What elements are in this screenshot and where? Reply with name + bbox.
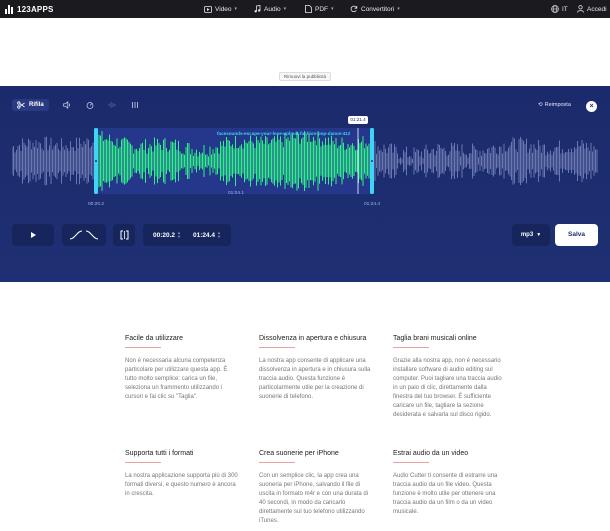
time-range-inputs: 00:20.2 ▲ ▼ 01:24.4 ▲ ▼ xyxy=(143,224,231,246)
split-icon[interactable] xyxy=(131,101,139,109)
feature-text: Grazie alla nostra app, non è necessario… xyxy=(393,358,502,418)
language-label: IT xyxy=(562,5,568,13)
start-time-value: 00:20.2 xyxy=(152,231,176,239)
reset-button[interactable]: ⟲ Reimposta xyxy=(538,102,571,108)
video-icon xyxy=(204,5,212,13)
volume-icon[interactable] xyxy=(62,101,72,109)
feature-text: Con un semplice clic, la app crea una su… xyxy=(259,473,369,524)
chevron-down-icon: ▼ xyxy=(536,232,542,238)
end-handle-grip-icon xyxy=(371,160,373,162)
equalizer-icon[interactable] xyxy=(108,101,117,109)
play-icon xyxy=(31,232,36,238)
chevron-down-icon: ▾ xyxy=(283,6,287,12)
feature-card: Estrai audio da un video Audio Cutter ti… xyxy=(393,449,508,517)
play-button[interactable] xyxy=(12,224,54,246)
feature-text: La nostra app consente di applicare una … xyxy=(259,358,371,400)
logo-text: 123APPS xyxy=(17,4,54,14)
playhead-time: 01:21.4 xyxy=(348,116,368,124)
language-selector[interactable]: IT xyxy=(551,0,568,18)
nav-label-audio: Audio xyxy=(264,5,281,13)
nav-label-pdf: PDF xyxy=(315,5,328,13)
chevron-down-icon: ▾ xyxy=(331,6,334,12)
split-view-button[interactable] xyxy=(113,224,135,246)
end-time-input[interactable]: 01:24.4 ▲ ▼ xyxy=(193,231,221,239)
login-link[interactable]: Accedi xyxy=(577,0,607,18)
reset-label: Reimposta xyxy=(544,102,571,108)
feature-title: Crea suonerie per iPhone xyxy=(259,450,339,457)
end-marker-time: 01:24.4 xyxy=(364,202,381,207)
format-value: mp3 xyxy=(520,232,534,238)
nav-item-convertitori[interactable]: Convertitori ▾ xyxy=(350,0,400,18)
feature-divider xyxy=(125,347,161,348)
end-time-value: 01:24.4 xyxy=(192,231,216,239)
audio-editor-panel: Rifila ⟲ Reimposta × facesounds-escape-y… xyxy=(0,86,610,282)
logo-icon xyxy=(5,4,15,14)
bracket-icon xyxy=(120,230,128,240)
login-label: Accedi xyxy=(587,5,607,13)
selection-duration: 01:04.1 xyxy=(228,191,245,196)
document-icon xyxy=(305,5,312,13)
trim-tool-label: Rifila xyxy=(29,102,44,108)
music-note-icon xyxy=(254,5,261,13)
speed-icon[interactable] xyxy=(86,101,94,109)
feature-card: Dissolvenza in apertura e chiusura La no… xyxy=(259,334,374,402)
user-icon xyxy=(577,5,584,13)
start-time-input[interactable]: 00:20.2 ▲ ▼ xyxy=(153,231,181,239)
close-icon: × xyxy=(589,103,594,110)
file-name: facesounds-escape-your-love-upbeat-fashi… xyxy=(217,131,351,136)
start-handle-grip-icon xyxy=(95,160,97,162)
feature-card: Facile da utilizzare Non è necessaria al… xyxy=(125,334,240,402)
reset-icon: ⟲ xyxy=(538,102,543,108)
chevron-down-icon: ▾ xyxy=(234,6,238,12)
chevron-down-icon: ▾ xyxy=(397,6,400,12)
feature-text: Audio Cutter ti consente di estrarre una… xyxy=(393,473,498,515)
editor-toolbar: Rifila xyxy=(12,98,139,112)
trim-tool-button[interactable]: Rifila xyxy=(12,99,49,111)
logo[interactable]: 123APPS xyxy=(5,3,54,15)
feature-card: Taglia brani musicali online Grazie alla… xyxy=(393,334,508,420)
feature-text: La nostra applicazione supporta più di 3… xyxy=(125,473,238,497)
refresh-icon xyxy=(350,5,358,13)
fade-icon xyxy=(69,230,99,240)
top-navigation-bar: 123APPS Video ▾ Audio ▾ PDF ▾ Convertito… xyxy=(0,0,610,18)
nav-item-audio[interactable]: Audio ▾ xyxy=(254,0,286,18)
stepper-arrows-icon[interactable]: ▲ ▼ xyxy=(177,231,181,239)
close-editor-button[interactable]: × xyxy=(586,101,597,112)
feature-divider xyxy=(393,462,429,463)
feature-title: Dissolvenza in apertura e chiusura xyxy=(259,335,367,342)
feature-text: Non è necessaria alcuna competenza parti… xyxy=(125,358,228,400)
nav-item-video[interactable]: Video ▾ xyxy=(204,0,237,18)
globe-icon xyxy=(551,5,559,13)
stepper-arrows-icon[interactable]: ▲ ▼ xyxy=(217,231,221,239)
start-marker-time: 00:20.2 xyxy=(88,202,105,207)
nav-item-pdf[interactable]: PDF ▾ xyxy=(305,0,334,18)
feature-divider xyxy=(259,462,295,463)
feature-title: Facile da utilizzare xyxy=(125,335,183,342)
feature-card: Crea suonerie per iPhone Con un semplice… xyxy=(259,449,374,526)
nav-label-video: Video xyxy=(215,5,232,13)
feature-card: Supporta tutti i formati La nostra appli… xyxy=(125,449,240,499)
audio-waveform[interactable] xyxy=(12,128,598,194)
feature-title: Estrai audio da un video xyxy=(393,450,469,457)
feature-divider xyxy=(125,462,161,463)
feature-divider xyxy=(259,347,295,348)
scissors-icon xyxy=(17,101,25,109)
feature-title: Supporta tutti i formati xyxy=(125,450,194,457)
feature-title: Taglia brani musicali online xyxy=(393,335,477,342)
feature-divider xyxy=(393,347,429,348)
remove-ads-button[interactable]: Rimuovi la pubblicità xyxy=(279,72,331,81)
format-select[interactable]: mp3 ▼ xyxy=(512,224,550,246)
save-button[interactable]: Salva xyxy=(555,224,598,246)
fade-button[interactable] xyxy=(62,224,106,246)
nav-label-convertitori: Convertitori xyxy=(361,5,395,13)
